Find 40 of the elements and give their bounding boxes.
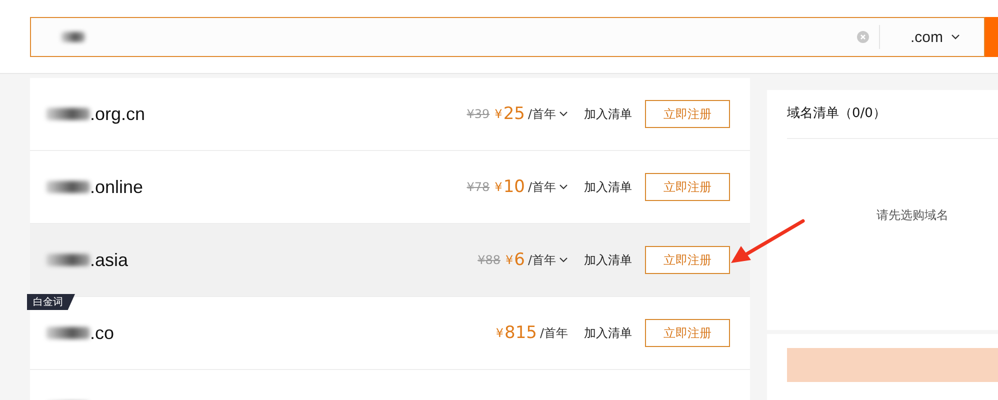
badge: 白金词	[27, 294, 75, 310]
domain-name: .org.cn	[90, 104, 146, 124]
add-to-list-link[interactable]: 加入清单	[584, 106, 632, 122]
blurred-text	[46, 254, 90, 266]
original-price: ¥88	[478, 253, 500, 267]
blurred-text	[46, 108, 90, 120]
price: 25	[503, 104, 525, 124]
blurred-text	[61, 32, 85, 42]
period-dropdown[interactable]: /首年	[528, 252, 568, 268]
domain-name: .online	[90, 176, 144, 198]
blurred-text	[46, 327, 90, 339]
period-label: /首年	[540, 324, 568, 342]
caret-icon	[559, 257, 568, 263]
original-price: ¥39	[466, 107, 490, 121]
add-to-list-link[interactable]: 加入清单	[584, 178, 632, 196]
caret-icon	[951, 34, 960, 40]
empty-message: 请先选购域名	[876, 207, 948, 224]
currency-sign: ¥	[494, 180, 502, 194]
domain-name: .asia	[90, 250, 128, 270]
search-button[interactable]	[985, 17, 998, 57]
price: 10	[503, 177, 525, 197]
blurred-text	[46, 181, 90, 193]
clear-icon[interactable]	[857, 31, 870, 43]
original-price: ¥78	[466, 180, 490, 194]
price: 815	[504, 323, 537, 343]
caret-icon	[559, 184, 568, 190]
suffix-dropdown[interactable]: .com	[900, 28, 970, 46]
price: 6	[514, 250, 525, 270]
caret-icon	[559, 111, 568, 117]
add-to-list-link[interactable]: 加入清单	[584, 324, 632, 342]
currency-sign: ¥	[496, 326, 504, 340]
checkout-button[interactable]	[787, 348, 998, 382]
period-dropdown[interactable]: /首年	[528, 178, 568, 196]
search-field[interactable]: .com	[30, 17, 985, 57]
cart-title: 域名清单（0/0）	[787, 90, 998, 139]
domain-name: .co	[90, 322, 114, 344]
add-to-list-link[interactable]: 加入清单	[584, 252, 632, 268]
currency-sign: ¥	[505, 253, 514, 267]
currency-sign: ¥	[494, 107, 502, 121]
period-dropdown[interactable]: /首年	[528, 106, 568, 122]
